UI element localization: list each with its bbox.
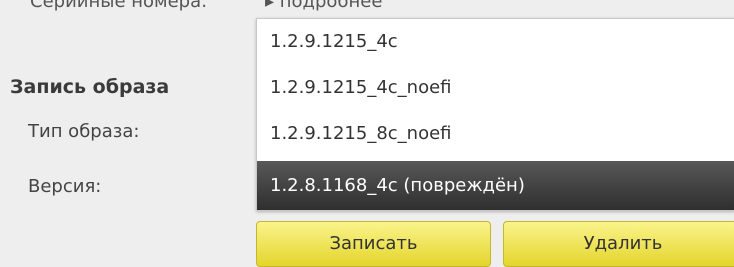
image-type-label: Тип образа: (28, 121, 140, 142)
version-dropdown-list: 1.2.9.1215_4c 1.2.9.1215_4c_noefi 1.2.9.… (256, 18, 734, 211)
dropdown-option[interactable]: 1.2.9.1215_4c_noefi (257, 65, 734, 111)
dropdown-option[interactable]: 1.2.9.1215_8c_noefi (257, 111, 734, 157)
write-button[interactable]: Записать (256, 221, 491, 267)
serial-numbers-label: Серийные номера: (30, 0, 208, 12)
serial-numbers-row: Серийные номера: ▸ подробнее (0, 0, 734, 13)
dropdown-option-selected[interactable]: 1.2.8.1168_4c (повреждён) (257, 161, 734, 210)
dropdown-option[interactable]: 1.2.9.1215_4c (257, 19, 734, 65)
section-title: Запись образа (10, 76, 170, 98)
version-label: Версия: (28, 176, 102, 197)
delete-button[interactable]: Удалить (503, 221, 734, 267)
serial-numbers-toggle[interactable]: ▸ подробнее (265, 0, 382, 12)
